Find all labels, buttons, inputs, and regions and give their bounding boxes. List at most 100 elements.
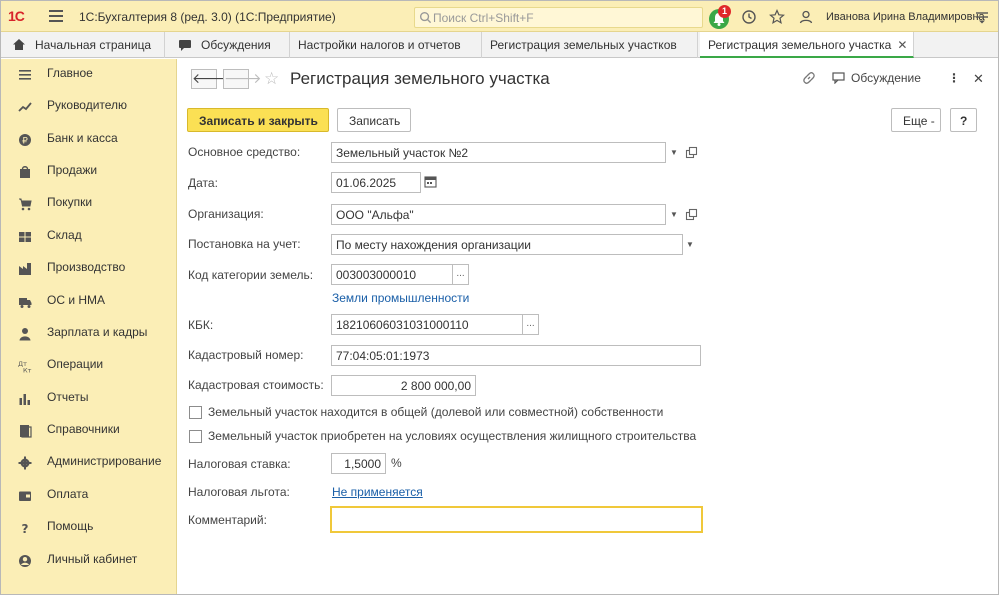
dt-kt-icon: ДтКт <box>18 360 32 374</box>
sidebar-item-payment[interactable]: Оплата <box>1 483 177 511</box>
shared-ownership-checkbox[interactable] <box>189 406 202 419</box>
svg-text:₽: ₽ <box>22 137 28 147</box>
sidebar-item-fixed-assets[interactable]: ОС и НМА <box>1 289 177 317</box>
tab-land-plots-registration[interactable]: Регистрация земельных участков <box>482 32 698 58</box>
more-button[interactable]: Еще - <box>891 108 941 132</box>
tab-land-plot-registration[interactable]: Регистрация земельного участка ✕ <box>700 32 914 58</box>
sidebar-item-label: Оплата <box>47 487 89 501</box>
asset-label: Основное средство: <box>188 145 301 159</box>
registration-label: Постановка на учет: <box>188 237 301 251</box>
save-button[interactable]: Записать <box>337 108 411 132</box>
notifications-badge: 1 <box>718 5 731 18</box>
close-icon[interactable]: ✕ <box>897 38 907 52</box>
cadastral-number-field[interactable]: 77:04:05:01:1973 <box>331 345 701 366</box>
housing-construction-checkbox[interactable] <box>189 430 202 443</box>
global-search-input[interactable]: Поиск Ctrl+Shift+F <box>414 7 703 28</box>
sidebar-item-manager[interactable]: Руководителю <box>1 94 177 122</box>
tax-benefit-label: Налоговая льгота: <box>188 485 290 499</box>
chat-icon <box>179 40 191 51</box>
main-menu-icon[interactable] <box>49 10 63 22</box>
cart-icon <box>19 198 32 211</box>
open-windows-tabs: Начальная страница Обсуждения Настройки … <box>1 32 998 58</box>
sidebar-item-reports[interactable]: Отчеты <box>1 386 177 414</box>
sidebar-item-operations[interactable]: Дт Кт Операции <box>1 353 177 381</box>
more-actions-icon[interactable]: ⋮ <box>948 71 960 85</box>
gear-icon <box>18 456 32 470</box>
tax-rate-label: Налоговая ставка: <box>188 457 291 471</box>
tax-benefit-link[interactable]: Не применяется <box>332 485 423 499</box>
history-icon[interactable] <box>741 9 757 25</box>
sidebar-item-production[interactable]: Производство <box>1 256 177 284</box>
notifications-button[interactable]: 1 <box>709 5 731 29</box>
sidebar-item-help[interactable]: ? Помощь <box>1 515 177 543</box>
tab-tax-settings[interactable]: Настройки налогов и отчетов <box>290 32 482 58</box>
comment-input[interactable] <box>330 506 703 533</box>
sidebar-item-sales[interactable]: Продажи <box>1 159 177 187</box>
sidebar-item-label: Отчеты <box>47 390 89 404</box>
title-bar: 1С 1С:Бухгалтерия 8 (ред. 3.0) (1С:Предп… <box>1 1 998 32</box>
trend-icon <box>18 102 32 112</box>
question-icon: ? <box>22 522 29 535</box>
truck-icon <box>19 298 32 308</box>
svg-text:Кт: Кт <box>23 367 32 374</box>
tab-label: Регистрация земельных участков <box>490 38 677 52</box>
sidebar-item-label: Зарплата и кадры <box>47 325 148 339</box>
svg-text:?: ? <box>22 522 29 535</box>
open-icon[interactable] <box>685 146 699 160</box>
category-code-field[interactable]: 003003000010 <box>331 264 453 285</box>
favorites-star-icon[interactable] <box>769 9 785 25</box>
kbk-field[interactable]: 18210606031031000110 <box>331 314 523 335</box>
sidebar-item-label: Помощь <box>47 519 94 533</box>
tab-label: Настройки налогов и отчетов <box>298 38 461 52</box>
calendar-icon[interactable] <box>424 175 437 188</box>
tab-home[interactable]: Начальная страница <box>1 32 165 58</box>
back-button[interactable]: 🡐 <box>191 69 230 89</box>
kbk-select-button[interactable]: ... <box>523 314 539 335</box>
asset-dropdown-icon[interactable]: ▼ <box>666 142 682 163</box>
bar-chart-icon <box>19 394 30 405</box>
discussion-label: Обсуждение <box>851 71 921 85</box>
link-icon[interactable] <box>802 71 816 85</box>
current-user-name[interactable]: Иванова Ирина Владимировна <box>826 11 985 23</box>
open-icon[interactable] <box>685 208 699 222</box>
chat-icon <box>832 72 845 85</box>
housing-construction-label[interactable]: Земельный участок приобретен на условиях… <box>208 429 696 443</box>
sidebar-item-label: Личный кабинет <box>47 552 138 566</box>
tab-discussions[interactable]: Обсуждения <box>165 32 290 58</box>
person-icon <box>19 328 31 341</box>
sidebar-item-purchases[interactable]: Покупки <box>1 191 177 219</box>
sidebar-item-catalogs[interactable]: Справочники <box>1 418 177 446</box>
sidebar-item-label: Справочники <box>47 422 120 436</box>
cadastral-value-field[interactable]: 2 800 000,00 <box>331 375 476 396</box>
sidebar-item-account[interactable]: Личный кабинет <box>1 548 177 576</box>
users-icon[interactable] <box>798 9 814 25</box>
close-icon[interactable]: ✕ <box>973 71 984 87</box>
tax-rate-field[interactable]: 1,5000 <box>331 453 386 474</box>
date-field[interactable]: 01.06.2025 <box>331 172 421 193</box>
category-code-select-button[interactable]: ... <box>453 264 469 285</box>
sidebar-item-main[interactable]: Главное <box>1 62 177 90</box>
organization-field[interactable]: ООО "Альфа" <box>331 204 666 225</box>
category-code-hint-link[interactable]: Земли промышленности <box>332 291 469 305</box>
settings-menu-icon[interactable] <box>974 9 990 25</box>
discussion-button[interactable]: Обсуждение <box>832 71 921 85</box>
books-icon <box>20 425 32 438</box>
sidebar-item-warehouse[interactable]: Склад <box>1 224 177 252</box>
sidebar-item-administration[interactable]: Администрирование <box>1 450 177 478</box>
organization-label: Организация: <box>188 207 264 221</box>
shared-ownership-label[interactable]: Земельный участок находится в общей (дол… <box>208 405 663 419</box>
asset-field[interactable]: Земельный участок №2 <box>331 142 666 163</box>
sidebar-item-bank[interactable]: ₽ Банк и касса <box>1 127 177 155</box>
sidebar-item-label: Руководителю <box>47 98 128 112</box>
registration-dropdown-icon[interactable]: ▼ <box>682 234 698 255</box>
help-button[interactable]: ? <box>950 108 977 132</box>
search-placeholder: Поиск Ctrl+Shift+F <box>433 11 534 25</box>
sidebar-item-payroll[interactable]: Зарплата и кадры <box>1 321 177 349</box>
favorite-star-icon[interactable]: ☆ <box>264 69 279 89</box>
kbk-label: КБК: <box>188 318 214 332</box>
registration-select[interactable]: По месту нахождения организации <box>331 234 683 255</box>
category-code-label: Код категории земель: <box>188 268 314 282</box>
save-and-close-button[interactable]: Записать и закрыть <box>187 108 329 132</box>
organization-dropdown-icon[interactable]: ▼ <box>666 204 682 225</box>
forward-button[interactable]: 🡒 <box>223 69 262 89</box>
